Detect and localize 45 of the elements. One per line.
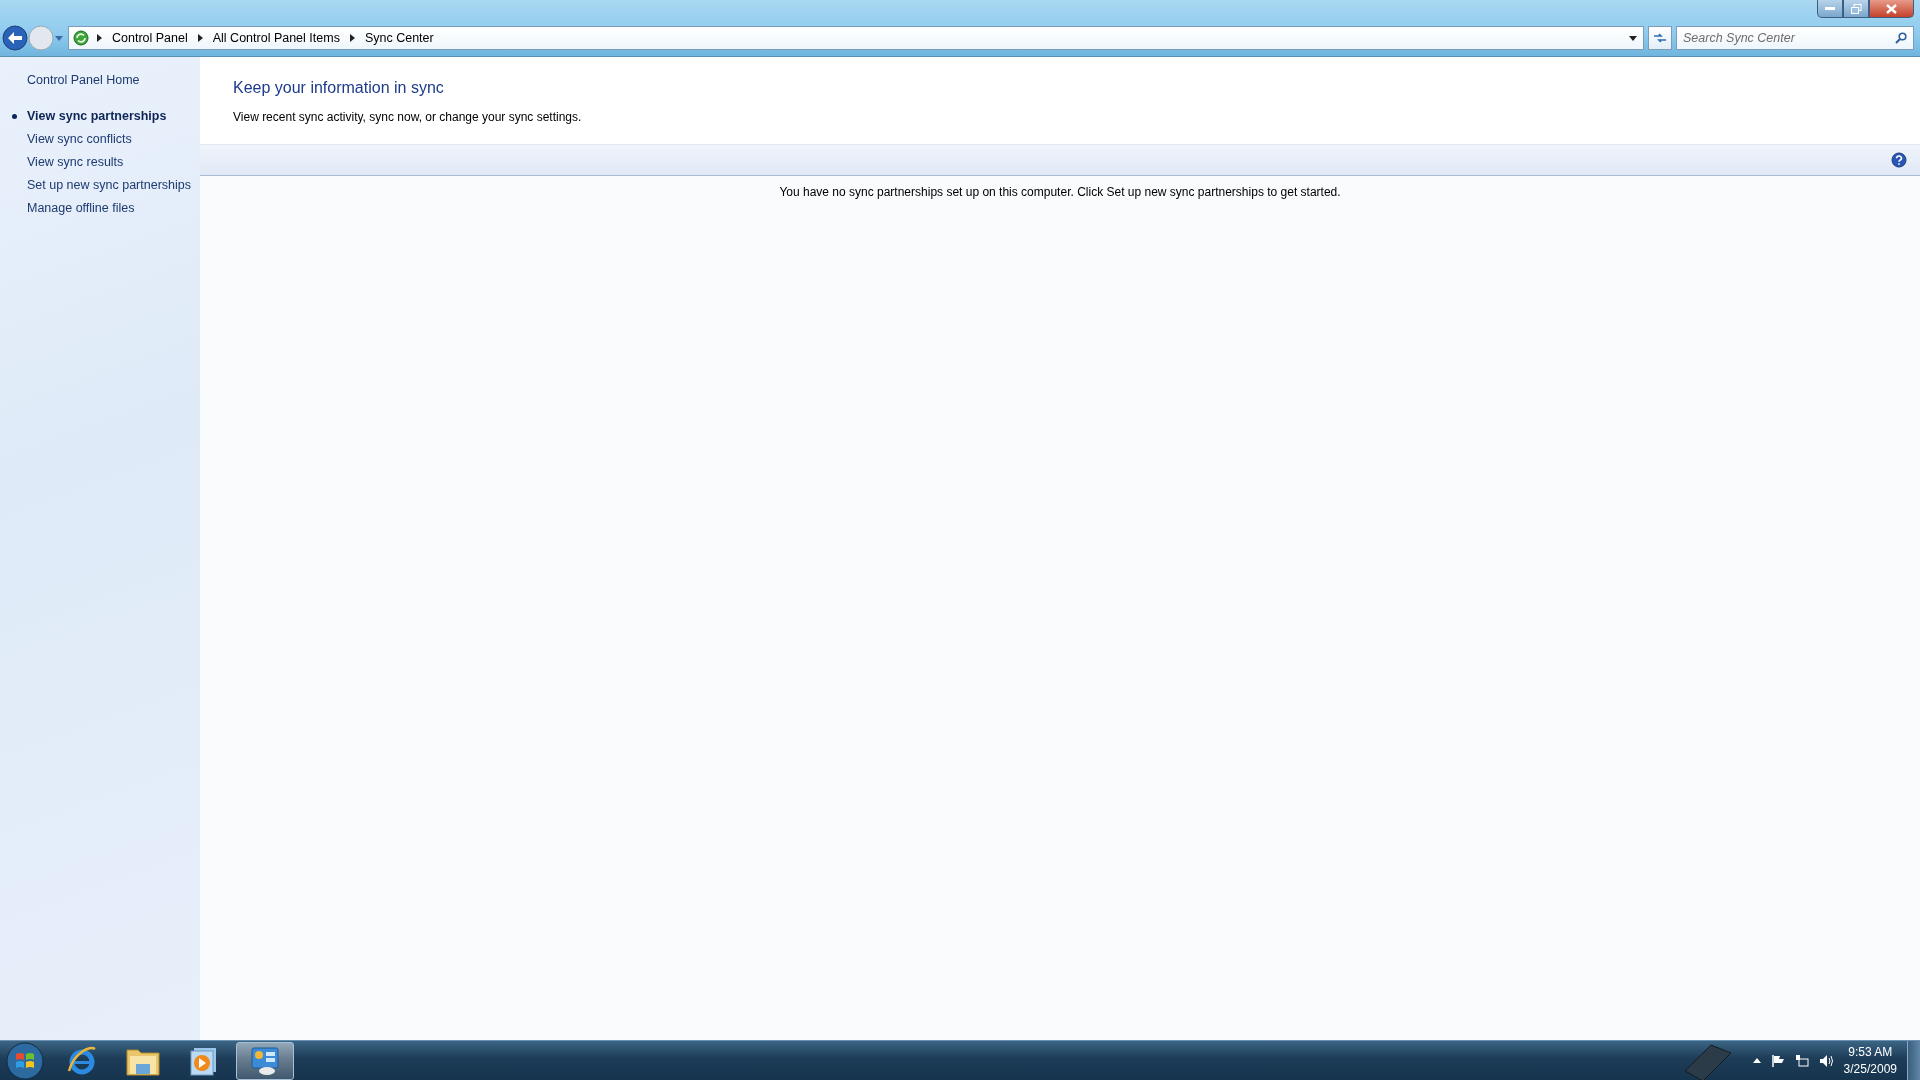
chevron-icon (197, 34, 203, 42)
restore-icon (1850, 3, 1862, 14)
control-panel-icon (249, 1045, 281, 1076)
chevron-icon (97, 34, 102, 42)
close-button[interactable] (1869, 0, 1914, 18)
refresh-arrows-icon (1653, 32, 1667, 44)
close-icon (1886, 3, 1897, 14)
sidebar-link[interactable]: Set up new sync partnerships (27, 174, 200, 197)
help-icon[interactable] (1891, 152, 1907, 168)
sidebar-link[interactable]: Manage offline files (27, 197, 200, 220)
chevron-icon (349, 34, 355, 42)
media-player-icon (189, 1045, 219, 1076)
page-description: View recent sync activity, sync now, or change your sync settings. (233, 110, 583, 124)
speaker-icon[interactable] (1818, 1053, 1834, 1068)
minimize-button[interactable] (1817, 0, 1843, 18)
history-dropdown-icon[interactable] (54, 34, 64, 42)
sidebar-link[interactable]: View sync results (27, 151, 200, 174)
control-panel-home-link[interactable]: Control Panel Home (27, 69, 200, 92)
clock-date: 3/25/2009 (1843, 1060, 1897, 1078)
minimize-icon (1825, 6, 1835, 11)
restore-button[interactable] (1843, 0, 1869, 18)
breadcrumb-link[interactable]: Control Panel (112, 31, 188, 45)
start-button[interactable] (6, 1041, 44, 1080)
clock-time: 9:53 AM (1847, 1043, 1894, 1061)
page-title: Keep your information in sync (233, 79, 445, 97)
show-desktop-button[interactable] (1907, 1040, 1920, 1080)
bullet-icon (12, 114, 17, 119)
search-icon[interactable] (1895, 32, 1907, 44)
search-field[interactable]: Search Sync Center (1676, 26, 1914, 50)
address-bar[interactable]: Control Panel All Control Panel Items Sync Center (68, 26, 1644, 50)
breadcrumb-link[interactable]: All Control Panel Items (212, 31, 340, 45)
refresh-button[interactable] (1648, 26, 1672, 50)
back-button[interactable] (2, 25, 28, 51)
flag-icon[interactable] (1770, 1053, 1785, 1068)
taskbar-button[interactable] (236, 1041, 294, 1080)
empty-message: You have no sync partnerships set up on this computer. Click Set up new sync partnerships to get started. (778, 185, 1342, 199)
control-panel-icon (73, 30, 89, 46)
network-icon[interactable] (1794, 1053, 1809, 1068)
clock[interactable]: 9:53 AM 3/25/2009 (1843, 1043, 1897, 1078)
sidebar-link[interactable]: View sync partnerships (27, 105, 200, 128)
internet-browser-icon (66, 1044, 98, 1077)
show-hidden-icons-icon[interactable] (1752, 1058, 1761, 1063)
sidebar-link[interactable]: View sync conflicts (27, 128, 200, 151)
breadcrumb-link[interactable]: Sync Center (364, 31, 434, 45)
dropdown-icon[interactable] (1629, 35, 1637, 41)
